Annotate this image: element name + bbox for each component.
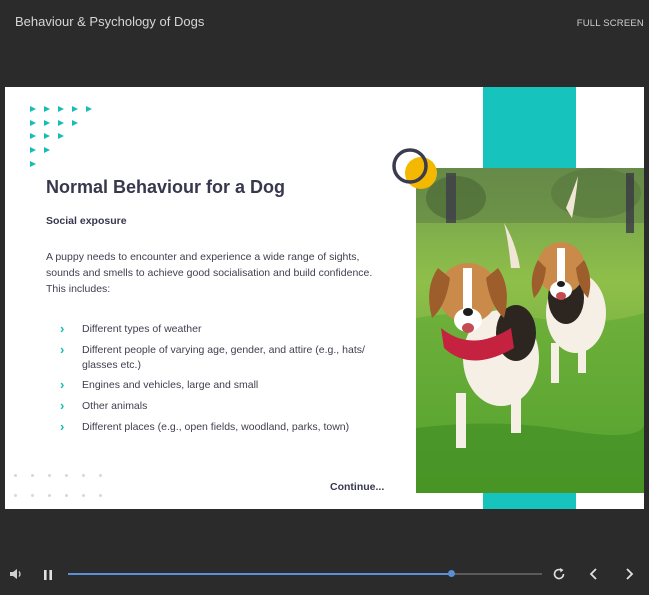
list-item-text: Different types of weather <box>82 323 202 335</box>
top-bar: Behaviour & Psychology of Dogs FULL SCRE… <box>0 0 649 45</box>
course-title: Behaviour & Psychology of Dogs <box>15 14 205 29</box>
list-item-text: Different people of varying age, gender,… <box>82 344 365 371</box>
progress-scrubber[interactable] <box>448 570 456 577</box>
next-icon[interactable] <box>622 567 636 586</box>
progress-bar[interactable] <box>68 570 542 577</box>
beagles-photo <box>416 168 644 493</box>
chevron-right-icon: › <box>60 419 65 434</box>
slide: Normal Behaviour for a Dog Social exposu… <box>5 87 644 509</box>
fullscreen-button[interactable]: FULL SCREEN <box>577 18 644 29</box>
list-item-text: Different places (e.g., open fields, woo… <box>82 421 350 433</box>
player-controls <box>0 560 649 590</box>
volume-icon[interactable] <box>9 567 23 586</box>
prev-icon[interactable] <box>587 567 601 586</box>
chevron-right-icon: › <box>60 377 65 392</box>
intro-paragraph: A puppy needs to encounter and experienc… <box>46 251 373 295</box>
section-subheading: Social exposure <box>46 215 127 227</box>
list-item-text: Engines and vehicles, large and small <box>82 379 259 391</box>
pause-icon[interactable] <box>42 568 54 586</box>
circle-decoration <box>391 147 441 202</box>
chevron-right-icon: › <box>60 321 65 336</box>
chevron-right-icon: › <box>60 398 65 413</box>
list-item-text: Other animals <box>82 400 148 412</box>
continue-link[interactable]: Continue... <box>330 481 384 493</box>
replay-icon[interactable] <box>552 567 566 586</box>
slide-title: Normal Behaviour for a Dog <box>46 177 286 197</box>
progress-fill <box>68 573 452 575</box>
chevron-right-icon: › <box>60 342 65 357</box>
